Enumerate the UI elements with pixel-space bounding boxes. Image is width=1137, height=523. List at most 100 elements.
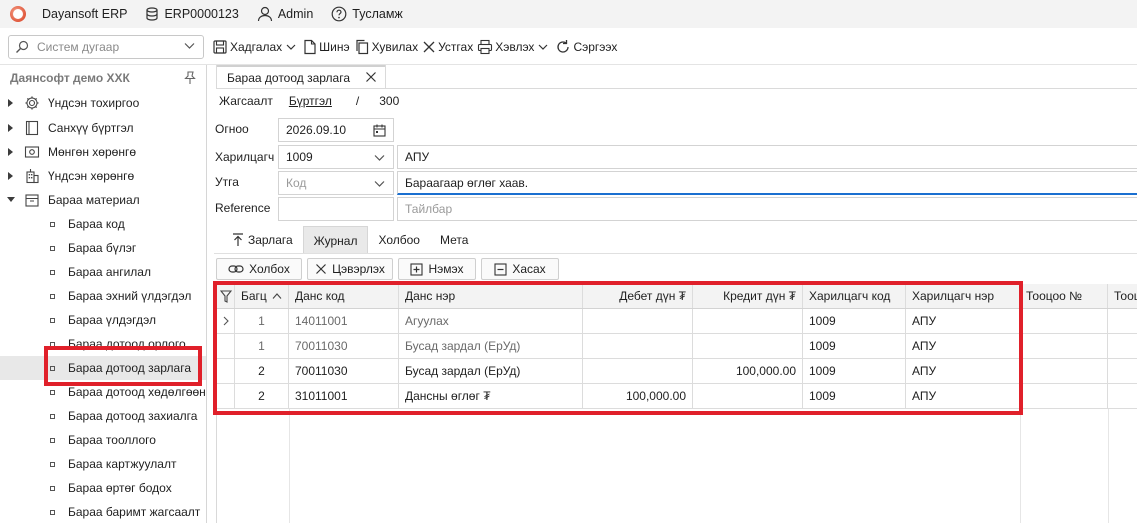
tab-meta[interactable]: Мета xyxy=(430,226,478,254)
cell-partner-name[interactable]: АПУ xyxy=(906,334,1020,358)
expand-arrow-icon[interactable] xyxy=(8,99,13,107)
delete-button[interactable]: Устгах xyxy=(422,40,473,54)
clear-button[interactable]: Цэвэрлэх xyxy=(307,258,393,280)
cell-partner-code[interactable]: 1009 xyxy=(803,334,906,358)
sidebar-item-internal-order[interactable]: Бараа дотоод захиалга xyxy=(0,404,206,428)
reference-field[interactable] xyxy=(278,197,394,221)
purpose-text-field[interactable]: Бараагаар өглөг хаав. xyxy=(397,171,1137,195)
chevron-down-icon[interactable] xyxy=(374,180,385,188)
help-button[interactable]: Тусламж xyxy=(331,6,403,22)
partner-name-field[interactable]: АПУ xyxy=(397,145,1137,169)
save-button[interactable]: Хадгалах xyxy=(212,39,299,55)
collapse-arrow-icon[interactable] xyxy=(7,197,15,202)
cell-account-code[interactable]: 70011030 xyxy=(289,359,399,383)
column-header-settlement[interactable]: Тооц xyxy=(1108,284,1137,308)
cell-account-name[interactable]: Дансны өглөг ₮ xyxy=(399,384,583,408)
chevron-down-icon[interactable] xyxy=(184,42,195,50)
sidebar-item-general-settings[interactable]: Үндсэн тохиргоо xyxy=(0,91,206,115)
cell-batch[interactable]: 2 xyxy=(235,384,289,408)
cell-account-code[interactable]: 70011030 xyxy=(289,334,399,358)
sidebar-item-internal-transfer[interactable]: Бараа дотоод хөдөлгөөн xyxy=(0,380,206,404)
register-link[interactable]: Бүртгэл xyxy=(289,94,332,108)
row-indicator[interactable] xyxy=(217,309,235,333)
table-row[interactable]: 1 14011001 Агуулах 1009 АПУ xyxy=(217,309,1137,334)
tab-links[interactable]: Холбоо xyxy=(368,226,430,254)
filter-cell[interactable] xyxy=(217,284,235,308)
tab-issue[interactable]: Зарлага xyxy=(222,226,303,254)
cell-settlement-no[interactable] xyxy=(1020,309,1108,333)
remove-row-button[interactable]: Хасах xyxy=(481,258,559,280)
sidebar-item-document-list[interactable]: Бараа баримт жагсаалт xyxy=(0,500,206,523)
sidebar-item-item-code[interactable]: Бараа код xyxy=(0,212,206,236)
cell-batch[interactable]: 2 xyxy=(235,359,289,383)
column-header-debit[interactable]: Дебет дүн ₮ xyxy=(583,284,693,308)
system-number-search[interactable] xyxy=(8,35,204,59)
tab-journal[interactable]: Журнал xyxy=(302,226,369,254)
cell-settlement[interactable] xyxy=(1108,359,1137,383)
cell-credit[interactable] xyxy=(693,384,803,408)
cell-partner-code[interactable]: 1009 xyxy=(803,309,906,333)
sidebar-item-fixed-assets[interactable]: Үндсэн хөрөнгө xyxy=(0,164,206,188)
column-header-credit[interactable]: Кредит дүн ₮ xyxy=(693,284,803,308)
table-row[interactable]: 2 31011001 Дансны өглөг ₮ 100,000.00 100… xyxy=(217,384,1137,409)
sidebar-item-opening-balance[interactable]: Бараа эхний үлдэгдэл xyxy=(0,284,206,308)
user-menu[interactable]: Admin xyxy=(257,6,313,22)
cell-debit[interactable]: 100,000.00 xyxy=(583,384,693,408)
cell-credit[interactable] xyxy=(693,334,803,358)
table-row[interactable]: 2 70011030 Бусад зардал (ЕрУд) 100,000.0… xyxy=(217,359,1137,384)
column-header-account-code[interactable]: Данс код xyxy=(289,284,399,308)
sidebar-item-item-category[interactable]: Бараа ангилал xyxy=(0,260,206,284)
cell-account-code[interactable]: 14011001 xyxy=(289,309,399,333)
column-header-partner-code[interactable]: Харилцагч код xyxy=(803,284,906,308)
chevron-down-icon[interactable] xyxy=(374,154,385,162)
cell-partner-code[interactable]: 1009 xyxy=(803,359,906,383)
column-header-account-name[interactable]: Данс нэр xyxy=(399,284,583,308)
copy-button[interactable]: Хувилах xyxy=(354,39,418,55)
note-field[interactable]: Тайлбар xyxy=(397,197,1137,221)
sidebar-item-inventory[interactable]: Бараа материал xyxy=(0,188,206,212)
cell-partner-name[interactable]: АПУ xyxy=(906,384,1020,408)
partner-code-select[interactable]: 1009 xyxy=(278,145,394,169)
expand-arrow-icon[interactable] xyxy=(8,148,13,156)
expand-arrow-icon[interactable] xyxy=(8,172,13,180)
cell-credit[interactable]: 100,000.00 xyxy=(693,359,803,383)
cell-batch[interactable]: 1 xyxy=(235,334,289,358)
cell-settlement-no[interactable] xyxy=(1020,359,1108,383)
sidebar-item-cash[interactable]: Мөнгөн хөрөнгө xyxy=(0,140,206,164)
sidebar-item-internal-receipt[interactable]: Бараа дотоод орлого xyxy=(0,332,206,356)
filter-icon[interactable] xyxy=(219,289,232,303)
row-indicator[interactable] xyxy=(217,359,235,383)
cell-batch[interactable]: 1 xyxy=(235,309,289,333)
calendar-icon[interactable] xyxy=(373,124,386,137)
cell-partner-name[interactable]: АПУ xyxy=(906,309,1020,333)
close-icon[interactable] xyxy=(365,71,377,83)
expand-arrow-icon[interactable] xyxy=(8,124,13,132)
cell-account-name[interactable]: Бусад зардал (ЕрУд) xyxy=(399,359,583,383)
pin-icon[interactable] xyxy=(184,71,196,85)
cell-debit[interactable] xyxy=(583,359,693,383)
cell-settlement[interactable] xyxy=(1108,334,1137,358)
search-input[interactable] xyxy=(37,40,185,54)
chevron-down-icon[interactable] xyxy=(285,42,297,52)
refresh-button[interactable]: Сэргээх xyxy=(555,39,617,55)
purpose-code-select[interactable]: Код xyxy=(278,171,394,195)
sidebar-item-internal-issue[interactable]: Бараа дотоод зарлага xyxy=(0,356,206,380)
cell-settlement-no[interactable] xyxy=(1020,384,1108,408)
sidebar-item-accounting[interactable]: Санхүү бүртгэл xyxy=(0,116,206,140)
column-header-batch[interactable]: Багц xyxy=(235,284,289,308)
cell-settlement[interactable] xyxy=(1108,309,1137,333)
column-header-partner-name[interactable]: Харилцагч нэр xyxy=(906,284,1020,308)
database-selector[interactable]: ERP0000123 xyxy=(145,7,239,21)
tab-internal-issue[interactable]: Бараа дотоод зарлага xyxy=(216,65,386,89)
add-row-button[interactable]: Нэмэх xyxy=(398,258,476,280)
sidebar-item-item-card[interactable]: Бараа картжуулалт xyxy=(0,452,206,476)
cell-debit[interactable] xyxy=(583,309,693,333)
cell-partner-code[interactable]: 1009 xyxy=(803,384,906,408)
cell-account-name[interactable]: Агуулах xyxy=(399,309,583,333)
cell-credit[interactable] xyxy=(693,309,803,333)
link-button[interactable]: Холбох xyxy=(216,258,302,280)
row-indicator[interactable] xyxy=(217,384,235,408)
print-button[interactable]: Хэвлэх xyxy=(477,39,551,55)
cell-debit[interactable] xyxy=(583,334,693,358)
row-indicator[interactable] xyxy=(217,334,235,358)
